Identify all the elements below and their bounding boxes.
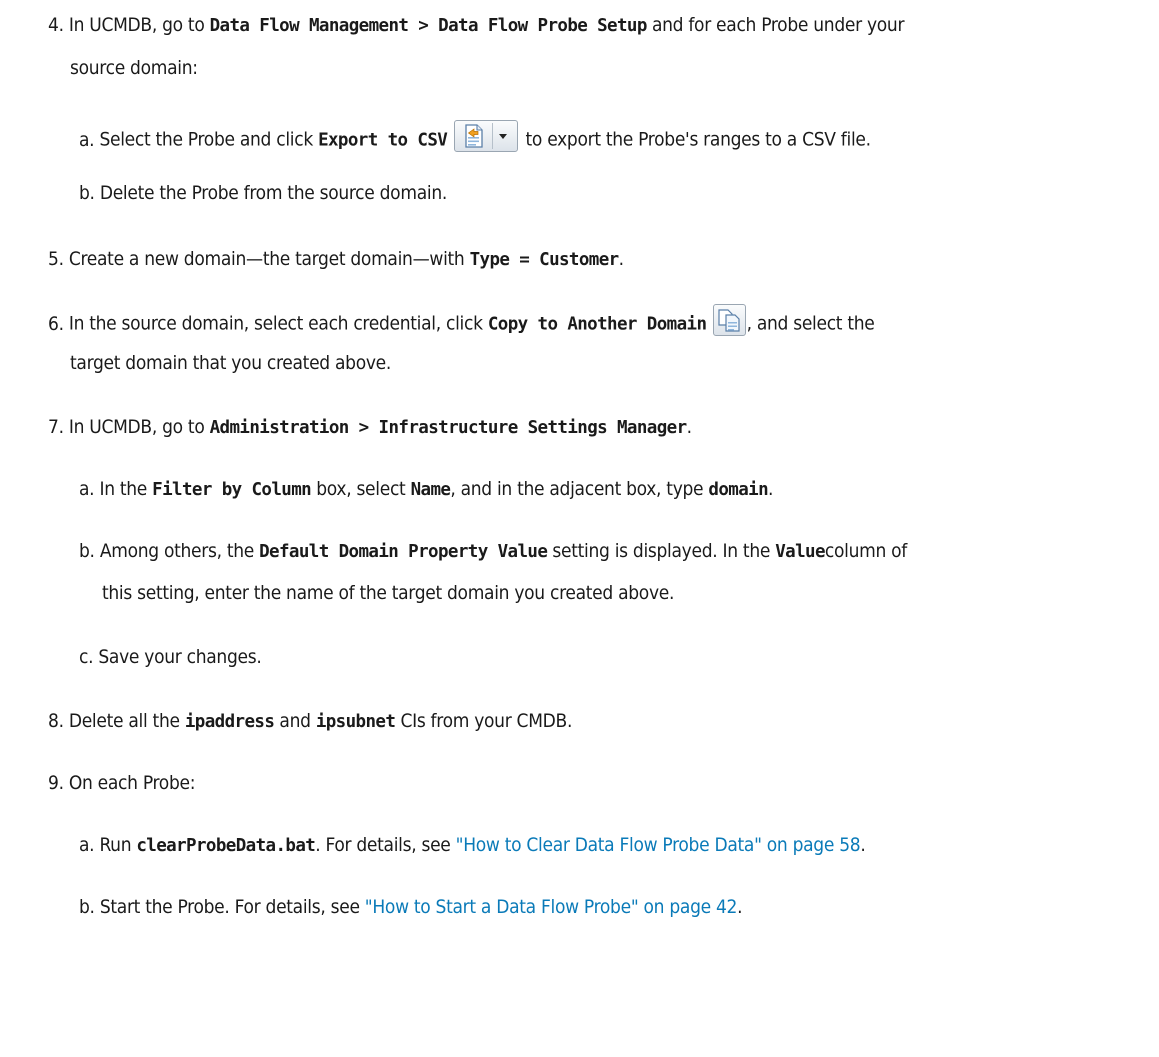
step-text: In the <box>99 478 153 500</box>
substep-letter: b. <box>79 896 95 918</box>
step-4a: a. Select the Probe and click Export to … <box>79 120 872 156</box>
step-text: Save your changes. <box>98 646 262 668</box>
step-text: target domain that you created above. <box>70 352 392 374</box>
step-text: and for each Probe under your <box>646 14 905 36</box>
step-6: 6. In the source domain, select each cre… <box>48 304 875 340</box>
step-text: column of <box>824 540 908 562</box>
step-text: box, select <box>311 478 411 500</box>
setting-name: Default Domain Property Value <box>259 542 548 562</box>
step-text: . <box>768 478 774 500</box>
step-text: setting is displayed. In the <box>547 540 776 562</box>
step-text: to export the Probe's ranges to a CSV fi… <box>525 128 872 151</box>
ci-type: ipsubnet <box>315 712 396 732</box>
step-text: On each Probe: <box>68 772 196 794</box>
step-number: 4. <box>48 14 64 36</box>
field-value: Name <box>410 480 451 500</box>
step-text: , and in the adjacent box, type <box>450 478 709 500</box>
cross-reference-link[interactable]: "How to Start a Data Flow Probe" on page… <box>365 896 738 918</box>
step-9: 9. On each Probe: <box>48 770 195 796</box>
step-text: In UCMDB, go to <box>68 14 210 36</box>
file-name: clearProbeData.bat <box>136 836 316 856</box>
step-7a: a. In the Filter by Column box, select N… <box>79 476 773 503</box>
document-page: 4. In UCMDB, go to Data Flow Management … <box>0 0 1159 1057</box>
step-number: 8. <box>48 710 64 732</box>
command-name: Copy to Another Domain <box>487 314 707 335</box>
field-name: Filter by Column <box>152 480 312 500</box>
step-text: , and select the <box>746 312 875 335</box>
step-text: Select the Probe and click <box>99 128 319 151</box>
step-text: source domain: <box>70 57 198 79</box>
field-value: domain <box>708 480 769 500</box>
step-number: 7. <box>48 416 64 438</box>
button-separator <box>492 123 494 149</box>
step-5: 5. Create a new domain—the target domain… <box>48 246 624 273</box>
step-text: . <box>618 248 624 270</box>
step-8: 8. Delete all the ipaddress and ipsubnet… <box>48 708 572 735</box>
step-9b: b. Start the Probe. For details, see "Ho… <box>79 894 743 920</box>
step-text: In UCMDB, go to <box>68 416 210 438</box>
substep-letter: b. <box>79 182 95 204</box>
substep-letter: a. <box>79 128 95 151</box>
substep-letter: c. <box>79 646 94 668</box>
step-7: 7. In UCMDB, go to Administration > Infr… <box>48 414 692 441</box>
column-name: Value <box>775 542 825 562</box>
step-text: Delete the Probe from the source domain. <box>99 182 447 204</box>
ci-type: ipaddress <box>184 712 275 732</box>
step-text: . <box>686 416 692 438</box>
step-6-continuation: target domain that you created above. <box>70 350 391 376</box>
step-text: this setting, enter the name of the targ… <box>102 582 675 604</box>
step-text: Among others, the <box>99 540 260 562</box>
cross-reference-link[interactable]: "How to Clear Data Flow Probe Data" on p… <box>456 834 861 856</box>
step-4-continuation: source domain: <box>70 55 198 81</box>
step-7b: b. Among others, the Default Domain Prop… <box>79 538 907 565</box>
step-number: 6. <box>48 312 64 335</box>
step-text: In the source domain, select each creden… <box>68 312 488 335</box>
copy-to-another-domain-icon <box>718 309 740 332</box>
step-7c: c. Save your changes. <box>79 644 262 670</box>
menu-path: Data Flow Management > Data Flow Probe S… <box>209 16 648 36</box>
export-to-csv-icon <box>465 124 484 148</box>
setting-value: Type = Customer <box>469 250 620 270</box>
step-4: 4. In UCMDB, go to Data Flow Management … <box>48 12 904 39</box>
step-4b: b. Delete the Probe from the source doma… <box>79 180 447 206</box>
step-text: . <box>860 834 866 856</box>
step-7b-continuation: this setting, enter the name of the targ… <box>102 580 674 606</box>
command-name: Export to CSV <box>318 130 448 151</box>
step-text: Start the Probe. For details, see <box>99 896 365 918</box>
copy-to-another-domain-button[interactable] <box>712 304 746 336</box>
step-9a: a. Run clearProbeData.bat. For details, … <box>79 832 866 859</box>
step-number: 5. <box>48 248 64 270</box>
step-text: . <box>737 896 743 918</box>
step-number: 9. <box>48 772 64 794</box>
substep-letter: a. <box>79 478 95 500</box>
menu-path: Administration > Infrastructure Settings… <box>209 418 688 438</box>
substep-letter: a. <box>79 834 95 856</box>
step-text: Run <box>99 834 137 856</box>
export-to-csv-button[interactable] <box>454 120 519 152</box>
chevron-down-icon[interactable] <box>499 133 508 139</box>
step-text: . For details, see <box>315 834 456 856</box>
step-text: Delete all the <box>68 710 185 732</box>
step-text: CIs from your CMDB. <box>395 710 573 732</box>
step-text: Create a new domain—the target domain—wi… <box>68 248 470 270</box>
substep-letter: b. <box>79 540 95 562</box>
step-text: and <box>274 710 316 732</box>
